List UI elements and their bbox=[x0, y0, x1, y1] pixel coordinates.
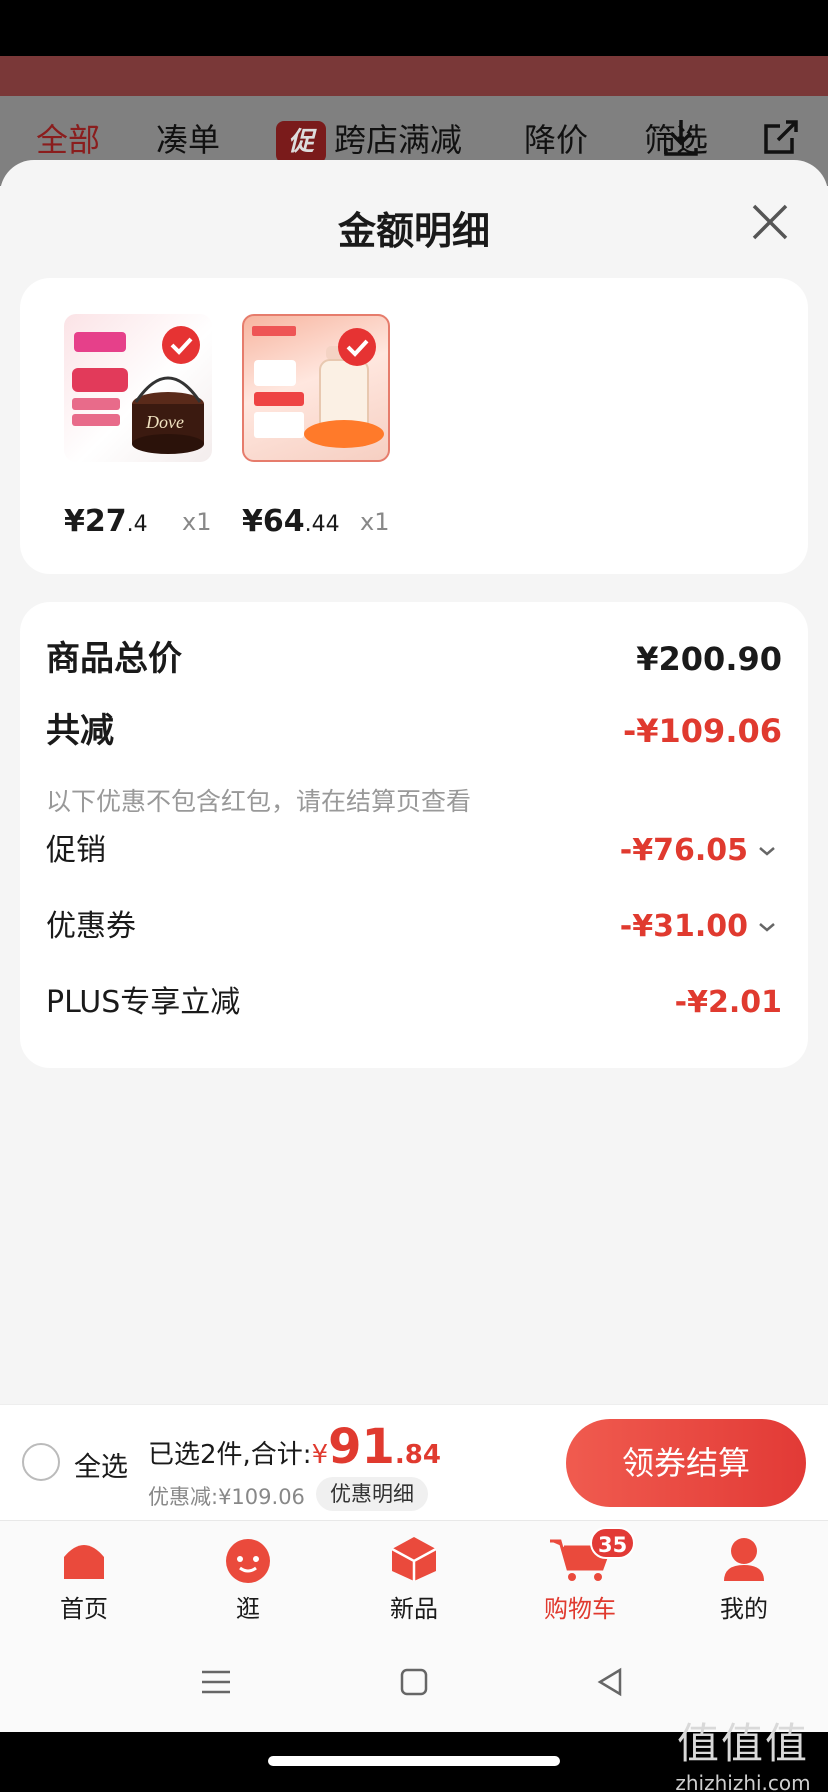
checkout-bar: 全选 已选2件,合计:¥91.84 优惠减:¥109.06 优惠明细 领券结算 bbox=[0, 1404, 828, 1520]
back-icon[interactable] bbox=[594, 1666, 626, 1698]
cube-icon bbox=[391, 1537, 437, 1581]
download-icon[interactable] bbox=[658, 114, 704, 160]
quantity-label: x1 bbox=[360, 508, 390, 536]
tab-browse-label: 逛 bbox=[236, 1595, 260, 1623]
total-reduce-value: -¥109.06 bbox=[622, 712, 782, 750]
user-icon bbox=[724, 1538, 764, 1581]
price-value: ¥27.4 bbox=[64, 504, 148, 539]
chevron-down-icon[interactable] bbox=[756, 916, 778, 938]
product-image-dove[interactable]: Dove bbox=[64, 314, 212, 462]
filter-all[interactable]: 全部 bbox=[36, 116, 100, 164]
checkmark-icon bbox=[338, 328, 376, 366]
sheet-title: 金额明细 bbox=[337, 209, 490, 253]
cart-badge: 35 bbox=[590, 1527, 636, 1559]
filter-bundle[interactable]: 凑单 bbox=[156, 116, 220, 164]
watermark-logo: 值值值 bbox=[676, 1719, 809, 1768]
tab-browse[interactable]: 逛 bbox=[188, 1535, 308, 1624]
product-price-pigeon: ¥64.44 x1 bbox=[242, 504, 412, 544]
total-amount: 91 bbox=[328, 1419, 395, 1475]
product-image-pigeon[interactable] bbox=[242, 314, 390, 462]
tab-new[interactable]: 新品 bbox=[354, 1535, 474, 1624]
share-icon[interactable] bbox=[758, 114, 804, 160]
quantity-label: x1 bbox=[182, 508, 212, 536]
close-icon[interactable] bbox=[748, 200, 792, 244]
watermark-url: zhizhizhi.com bbox=[675, 1771, 811, 1792]
price-value: ¥64.44 bbox=[242, 504, 340, 539]
home-square-icon[interactable] bbox=[398, 1666, 430, 1698]
header-strip bbox=[0, 56, 828, 96]
product-price-dove: ¥27.4 x1 bbox=[64, 504, 234, 544]
svg-text:Dove: Dove bbox=[145, 412, 184, 432]
discount-note: 以下优惠不包含红包，请在结算页查看 bbox=[46, 787, 472, 816]
total-amount-decimal: .84 bbox=[394, 1440, 441, 1470]
discount-summary: 优惠减:¥109.06 bbox=[148, 1485, 305, 1509]
coupon-label: 优惠券 bbox=[46, 909, 136, 944]
total-reduce-label: 共减 bbox=[46, 711, 114, 751]
order-summary: 已选2件,合计:¥91.84 bbox=[148, 1419, 441, 1475]
tab-cart[interactable]: 35 购物车 bbox=[520, 1527, 640, 1624]
tab-home-label: 首页 bbox=[60, 1595, 108, 1623]
amount-detail-sheet: 金额明细 Dove ¥27.4 x1 ¥64.44 x1 商品总价 ¥200.9… bbox=[0, 160, 828, 1404]
filter-price-drop[interactable]: 降价 bbox=[524, 116, 588, 164]
checkmark-icon bbox=[162, 326, 200, 364]
promotion-label: 促销 bbox=[46, 833, 106, 868]
coupon-value: -¥31.00 bbox=[619, 909, 748, 944]
filter-cross-store-label: 跨店满减 bbox=[334, 121, 463, 159]
currency-symbol: ¥ bbox=[311, 1440, 329, 1470]
select-all-label[interactable]: 全选 bbox=[74, 1445, 128, 1484]
plus-discount-row: PLUS专享立减 -¥2.01 bbox=[46, 978, 782, 1028]
coupon-row[interactable]: 优惠券 -¥31.00 bbox=[46, 902, 782, 952]
tab-home[interactable]: 首页 bbox=[24, 1535, 144, 1624]
promo-tag: 促 bbox=[276, 121, 326, 163]
checkout-button[interactable]: 领券结算 bbox=[566, 1419, 806, 1507]
total-price-row: 商品总价 ¥200.90 bbox=[46, 634, 782, 684]
product-item-dove[interactable]: Dove ¥27.4 x1 bbox=[64, 314, 214, 539]
filter-cross-store[interactable]: 促跨店满减 bbox=[276, 116, 462, 164]
summary-prefix: 已选2件,合计: bbox=[148, 1440, 312, 1470]
plus-discount-value: -¥2.01 bbox=[674, 985, 782, 1020]
total-price-label: 商品总价 bbox=[46, 639, 182, 679]
tab-profile[interactable]: 我的 bbox=[684, 1535, 804, 1624]
total-reduce-row: 共减 -¥109.06 bbox=[46, 706, 782, 756]
total-price-value: ¥200.90 bbox=[636, 640, 782, 678]
bottom-tab-bar: 首页 逛 新品 35 购物车 我的 bbox=[0, 1520, 828, 1632]
amount-breakdown-card: 商品总价 ¥200.90 共减 -¥109.06 以下优惠不包含红包，请在结算页… bbox=[20, 602, 808, 1068]
tab-new-label: 新品 bbox=[390, 1595, 438, 1623]
browse-icon bbox=[226, 1539, 270, 1583]
chevron-down-icon[interactable] bbox=[756, 840, 778, 862]
promotion-row[interactable]: 促销 -¥76.05 bbox=[46, 826, 782, 876]
home-icon bbox=[64, 1545, 104, 1579]
status-bar bbox=[0, 0, 828, 56]
menu-icon[interactable] bbox=[200, 1666, 232, 1698]
selected-items-card: Dove ¥27.4 x1 ¥64.44 x1 bbox=[20, 278, 808, 574]
tab-profile-label: 我的 bbox=[720, 1595, 768, 1623]
product-item-pigeon[interactable]: ¥64.44 x1 bbox=[242, 314, 392, 539]
home-indicator[interactable] bbox=[268, 1756, 560, 1766]
discount-detail-button[interactable]: 优惠明细 bbox=[316, 1477, 428, 1511]
promotion-value: -¥76.05 bbox=[619, 833, 748, 868]
plus-discount-label: PLUS专享立减 bbox=[46, 985, 241, 1020]
tab-cart-label: 购物车 bbox=[544, 1595, 616, 1623]
watermark: 值值值 zhizhizhi.com bbox=[668, 1710, 818, 1792]
select-all-radio[interactable] bbox=[22, 1443, 60, 1481]
